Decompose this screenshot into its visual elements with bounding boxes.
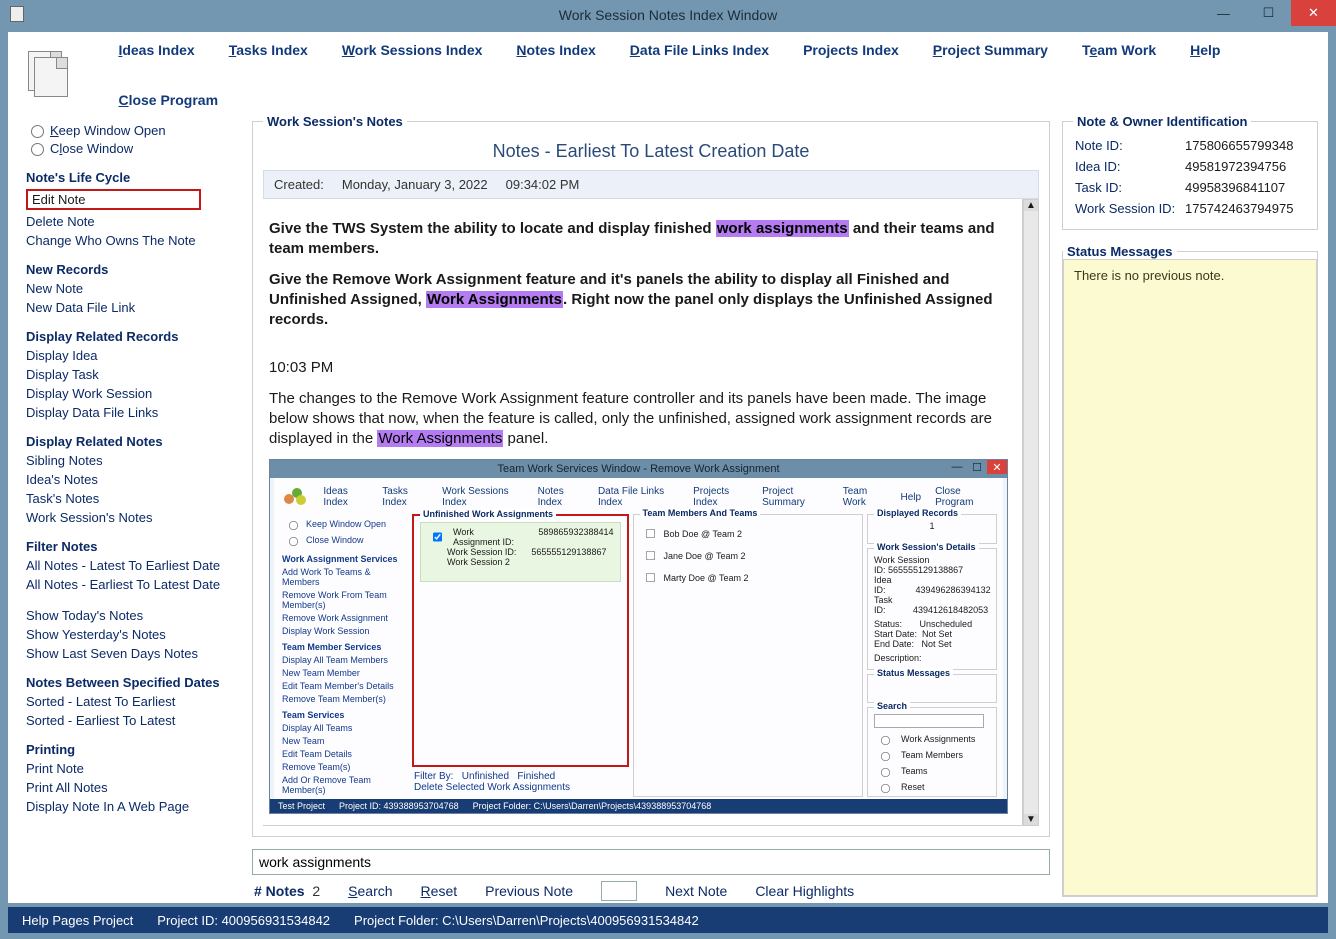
link-print-note[interactable]: Print Note [26, 761, 234, 776]
highlight-1: work assignments [716, 220, 849, 237]
link-display-idea[interactable]: Display Idea [26, 348, 234, 363]
link-change-owner[interactable]: Change Who Owns The Note [26, 233, 234, 248]
link-edit-note[interactable]: Edit Note [26, 189, 201, 210]
link-display-note-web[interactable]: Display Note In A Web Page [26, 799, 234, 814]
notes-icon [28, 51, 68, 99]
link-show-today[interactable]: Show Today's Notes [26, 608, 234, 623]
link-print-all-notes[interactable]: Print All Notes [26, 780, 234, 795]
link-all-earliest-latest[interactable]: All Notes - Earliest To Latest Date [26, 577, 234, 592]
status-project-name: Help Pages Project [22, 913, 133, 928]
next-note-button[interactable]: Next Note [665, 883, 727, 899]
menu-projects-index[interactable]: Projects Index [803, 42, 899, 58]
main-menubar: Ideas Index Tasks Index Work Sessions In… [8, 32, 1328, 114]
link-sorted-earliest-latest[interactable]: Sorted - Earliest To Latest [26, 713, 234, 728]
link-display-task[interactable]: Display Task [26, 367, 234, 382]
page-number-box[interactable] [601, 881, 637, 901]
menu-team-work[interactable]: Team Work [1082, 42, 1156, 58]
link-tasks-notes[interactable]: Task's Notes [26, 491, 234, 506]
clear-highlights-button[interactable]: Clear Highlights [755, 883, 854, 899]
notes-count-value: 2 [312, 883, 320, 899]
radio-close-window[interactable]: Close Window [26, 140, 234, 156]
link-show-last-seven[interactable]: Show Last Seven Days Notes [26, 646, 234, 661]
note-body[interactable]: Give the TWS System the ability to locat… [263, 199, 1023, 826]
menu-work-sessions-index[interactable]: Work Sessions Index [342, 42, 483, 58]
link-ideas-notes[interactable]: Idea's Notes [26, 472, 234, 487]
scroll-down-icon[interactable]: ▼ [1024, 814, 1038, 825]
window-title: Work Session Notes Index Window [0, 7, 1336, 23]
heading-between-dates: Notes Between Specified Dates [26, 675, 234, 690]
status-messages-box: There is no previous note. [1063, 259, 1317, 896]
notes-sort-title: Notes - Earliest To Latest Creation Date [263, 135, 1039, 170]
center-column: Work Session's Notes Notes - Earliest To… [244, 114, 1058, 903]
maximize-button[interactable]: ☐ [1246, 0, 1291, 26]
right-column: Note & Owner Identification Note ID:1758… [1058, 114, 1328, 903]
highlight-2: Work Assignments [426, 291, 563, 308]
created-bar: Created: Monday, January 3, 2022 09:34:0… [263, 170, 1039, 199]
created-label: Created: [274, 177, 324, 192]
status-project-id: Project ID: 400956931534842 [157, 913, 330, 928]
menu-ideas-index[interactable]: Ideas Index [118, 42, 194, 58]
note-scrollbar[interactable]: ▲ ▼ [1023, 199, 1039, 826]
status-fieldset-legend: Status Messages [1063, 244, 1177, 259]
status-message-text: There is no previous note. [1074, 268, 1224, 283]
notes-count-label: # Notes [254, 883, 305, 899]
menu-notes-index[interactable]: Notes Index [516, 42, 595, 58]
heading-filter-notes: Filter Notes [26, 539, 234, 554]
link-sorted-latest-earliest[interactable]: Sorted - Latest To Earliest [26, 694, 234, 709]
close-button[interactable]: ✕ [1291, 0, 1336, 26]
embedded-screenshot: Team Work Services Window - Remove Work … [269, 459, 1008, 814]
previous-note-button[interactable]: Previous Note [485, 883, 573, 899]
menu-tasks-index[interactable]: Tasks Index [229, 42, 308, 58]
link-all-latest-earliest[interactable]: All Notes - Latest To Earliest Date [26, 558, 234, 573]
heading-related-records: Display Related Records [26, 329, 234, 344]
radio-keep-open[interactable]: Keep Window Open [26, 122, 234, 138]
minimize-button[interactable]: — [1201, 0, 1246, 26]
link-show-yesterday[interactable]: Show Yesterday's Notes [26, 627, 234, 642]
highlight-3: Work Assignments [377, 430, 503, 447]
time-marker: 10:03 PM [269, 358, 1008, 378]
link-display-data-file-links[interactable]: Display Data File Links [26, 405, 234, 420]
heading-lifecycle: Note's Life Cycle [26, 170, 234, 185]
link-new-data-file-link[interactable]: New Data File Link [26, 300, 234, 315]
scroll-up-icon[interactable]: ▲ [1024, 200, 1038, 211]
note-id-value: 175806655799348 [1183, 135, 1307, 156]
task-id-value: 49958396841107 [1183, 177, 1307, 198]
link-sibling-notes[interactable]: Sibling Notes [26, 453, 234, 468]
title-bar: Work Session Notes Index Window — ☐ ✕ [0, 0, 1336, 30]
status-project-folder: Project Folder: C:\Users\Darren\Projects… [354, 913, 699, 928]
heading-new-records: New Records [26, 262, 234, 277]
status-bar: Help Pages Project Project ID: 400956931… [8, 907, 1328, 933]
notes-fieldset-legend: Work Session's Notes [263, 114, 407, 129]
link-new-note[interactable]: New Note [26, 281, 234, 296]
id-fieldset-legend: Note & Owner Identification [1073, 114, 1251, 129]
menu-close-program[interactable]: Close Program [118, 92, 218, 108]
search-button[interactable]: Search [348, 883, 392, 899]
link-delete-note[interactable]: Delete Note [26, 214, 234, 229]
heading-printing: Printing [26, 742, 234, 757]
search-input[interactable] [252, 849, 1050, 875]
idea-id-value: 49581972394756 [1183, 156, 1307, 177]
note-id-label: Note ID: [1073, 135, 1183, 156]
heading-related-notes: Display Related Notes [26, 434, 234, 449]
created-date: Monday, January 3, 2022 [342, 177, 488, 192]
window-controls: — ☐ ✕ [1201, 0, 1336, 26]
menu-help[interactable]: Help [1190, 42, 1220, 58]
left-sidebar: Keep Window Open Close Window Note's Lif… [8, 114, 244, 903]
idea-id-label: Idea ID: [1073, 156, 1183, 177]
link-display-work-session[interactable]: Display Work Session [26, 386, 234, 401]
link-work-sessions-notes[interactable]: Work Session's Notes [26, 510, 234, 525]
app-icon [10, 6, 24, 22]
ws-id-label: Work Session ID: [1073, 198, 1183, 219]
reset-button[interactable]: Reset [421, 883, 458, 899]
menu-project-summary[interactable]: Project Summary [933, 42, 1048, 58]
task-id-label: Task ID: [1073, 177, 1183, 198]
menu-data-file-links-index[interactable]: Data File Links Index [630, 42, 769, 58]
ws-id-value: 175742463794975 [1183, 198, 1307, 219]
created-time: 09:34:02 PM [506, 177, 580, 192]
